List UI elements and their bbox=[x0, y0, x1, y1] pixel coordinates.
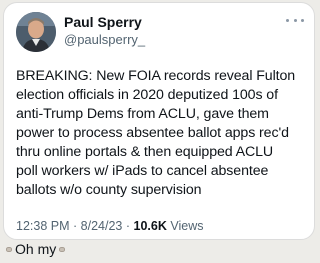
meta-separator: · bbox=[125, 219, 131, 233]
dot bbox=[286, 18, 289, 22]
screenshot: Paul Sperry @paulsperry_ BREAKING: New F… bbox=[0, 0, 320, 263]
tweet-text: BREAKING: New FOIA records reveal Fulton… bbox=[16, 68, 296, 198]
dot bbox=[293, 18, 297, 22]
tweet-time[interactable]: 12:38 PM bbox=[16, 219, 70, 233]
tweet-card[interactable]: Paul Sperry @paulsperry_ BREAKING: New F… bbox=[3, 2, 315, 240]
meta-separator: · bbox=[73, 219, 78, 233]
avatar[interactable] bbox=[16, 12, 56, 52]
author-handle[interactable]: @paulsperry_ bbox=[64, 32, 145, 47]
tweet-date[interactable]: 8/24/23 bbox=[81, 219, 123, 233]
grimace-emoji-icon bbox=[59, 246, 66, 252]
profile-photo-icon bbox=[16, 12, 56, 52]
dot bbox=[301, 18, 304, 22]
author-name[interactable]: Paul Sperry bbox=[64, 14, 142, 30]
views-count: 10.6K bbox=[133, 219, 167, 233]
tweet-meta: 12:38 PM · 8/24/23 · 10.6K Views bbox=[16, 219, 203, 233]
grimace-emoji-icon bbox=[6, 246, 12, 252]
views-label: Views bbox=[170, 219, 204, 233]
more-dots-icon[interactable] bbox=[286, 15, 304, 25]
caption-text: Oh my bbox=[15, 241, 57, 257]
caption: Oh my bbox=[6, 241, 66, 257]
